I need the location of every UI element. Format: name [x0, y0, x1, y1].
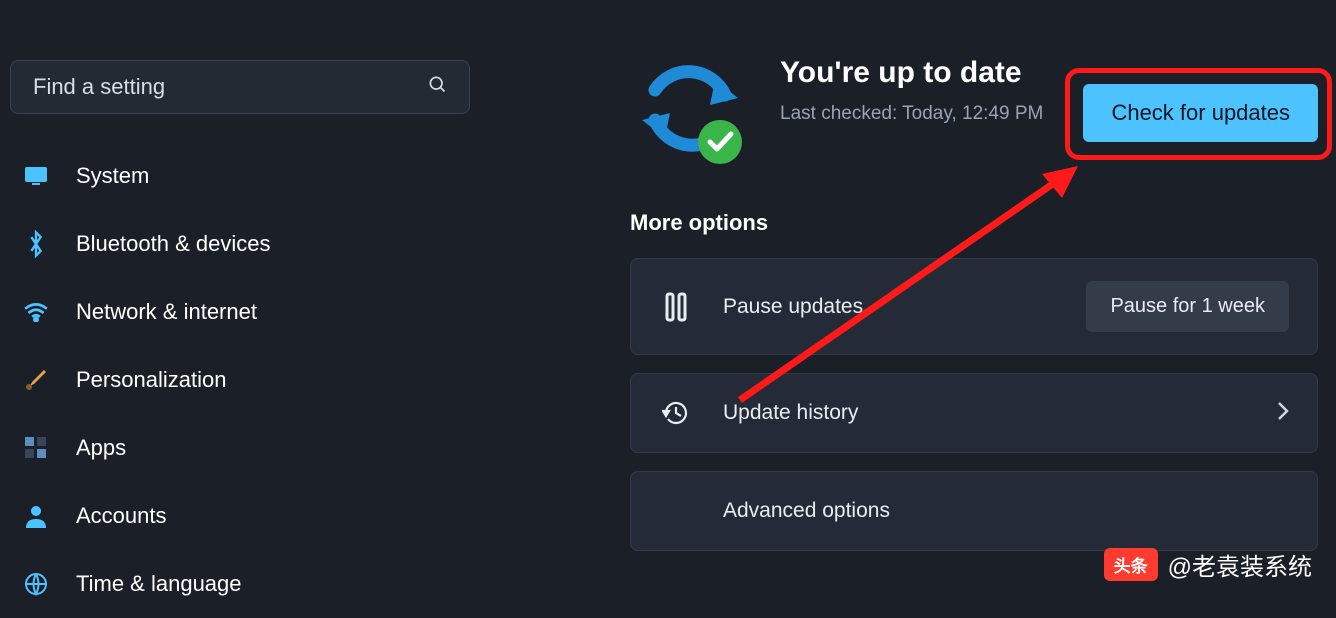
update-history-label: Update history: [723, 401, 1247, 425]
pause-duration-button[interactable]: Pause for 1 week: [1086, 281, 1289, 332]
update-last-checked: Last checked: Today, 12:49 PM: [780, 100, 1053, 128]
bluetooth-icon: [22, 230, 50, 258]
search-placeholder: Find a setting: [33, 74, 165, 100]
sync-status-icon: [630, 50, 750, 170]
sidebar-item-time-language[interactable]: Time & language: [10, 550, 470, 618]
sidebar-item-network[interactable]: Network & internet: [10, 278, 470, 346]
search-icon: [427, 74, 447, 100]
brush-icon: [22, 366, 50, 394]
sidebar-item-label: Network & internet: [76, 299, 257, 325]
main-content: You're up to date Last checked: Today, 1…: [480, 0, 1336, 596]
wifi-icon: [22, 298, 50, 326]
more-options-heading: More options: [630, 210, 1318, 236]
history-icon: [659, 396, 693, 430]
pause-updates-card[interactable]: Pause updates Pause for 1 week: [630, 258, 1318, 355]
sidebar-item-personalization[interactable]: Personalization: [10, 346, 470, 414]
pause-updates-label: Pause updates: [723, 295, 1056, 319]
advanced-options-card[interactable]: Advanced options: [630, 471, 1318, 551]
advanced-icon: [659, 494, 693, 528]
globe-icon: [22, 570, 50, 598]
sidebar-item-system[interactable]: System: [10, 142, 470, 210]
sidebar-item-label: Bluetooth & devices: [76, 231, 270, 257]
sidebar-item-apps[interactable]: Apps: [10, 414, 470, 482]
person-icon: [22, 502, 50, 530]
search-input[interactable]: Find a setting: [10, 60, 470, 114]
update-history-card[interactable]: Update history: [630, 373, 1318, 453]
settings-sidebar: Find a setting System Bluetooth & device…: [0, 0, 480, 596]
sidebar-item-label: System: [76, 163, 149, 189]
chevron-right-icon: [1277, 401, 1289, 426]
sidebar-item-label: Apps: [76, 435, 126, 461]
sidebar-item-label: Time & language: [76, 571, 242, 597]
advanced-options-label: Advanced options: [723, 499, 1289, 523]
sidebar-item-label: Personalization: [76, 367, 226, 393]
sidebar-item-label: Accounts: [76, 503, 167, 529]
system-icon: [22, 162, 50, 190]
update-status-title: You're up to date: [780, 54, 1053, 92]
pause-icon: [659, 290, 693, 324]
apps-icon: [22, 434, 50, 462]
sidebar-item-accounts[interactable]: Accounts: [10, 482, 470, 550]
check-for-updates-button[interactable]: Check for updates: [1083, 84, 1318, 142]
sidebar-item-bluetooth[interactable]: Bluetooth & devices: [10, 210, 470, 278]
